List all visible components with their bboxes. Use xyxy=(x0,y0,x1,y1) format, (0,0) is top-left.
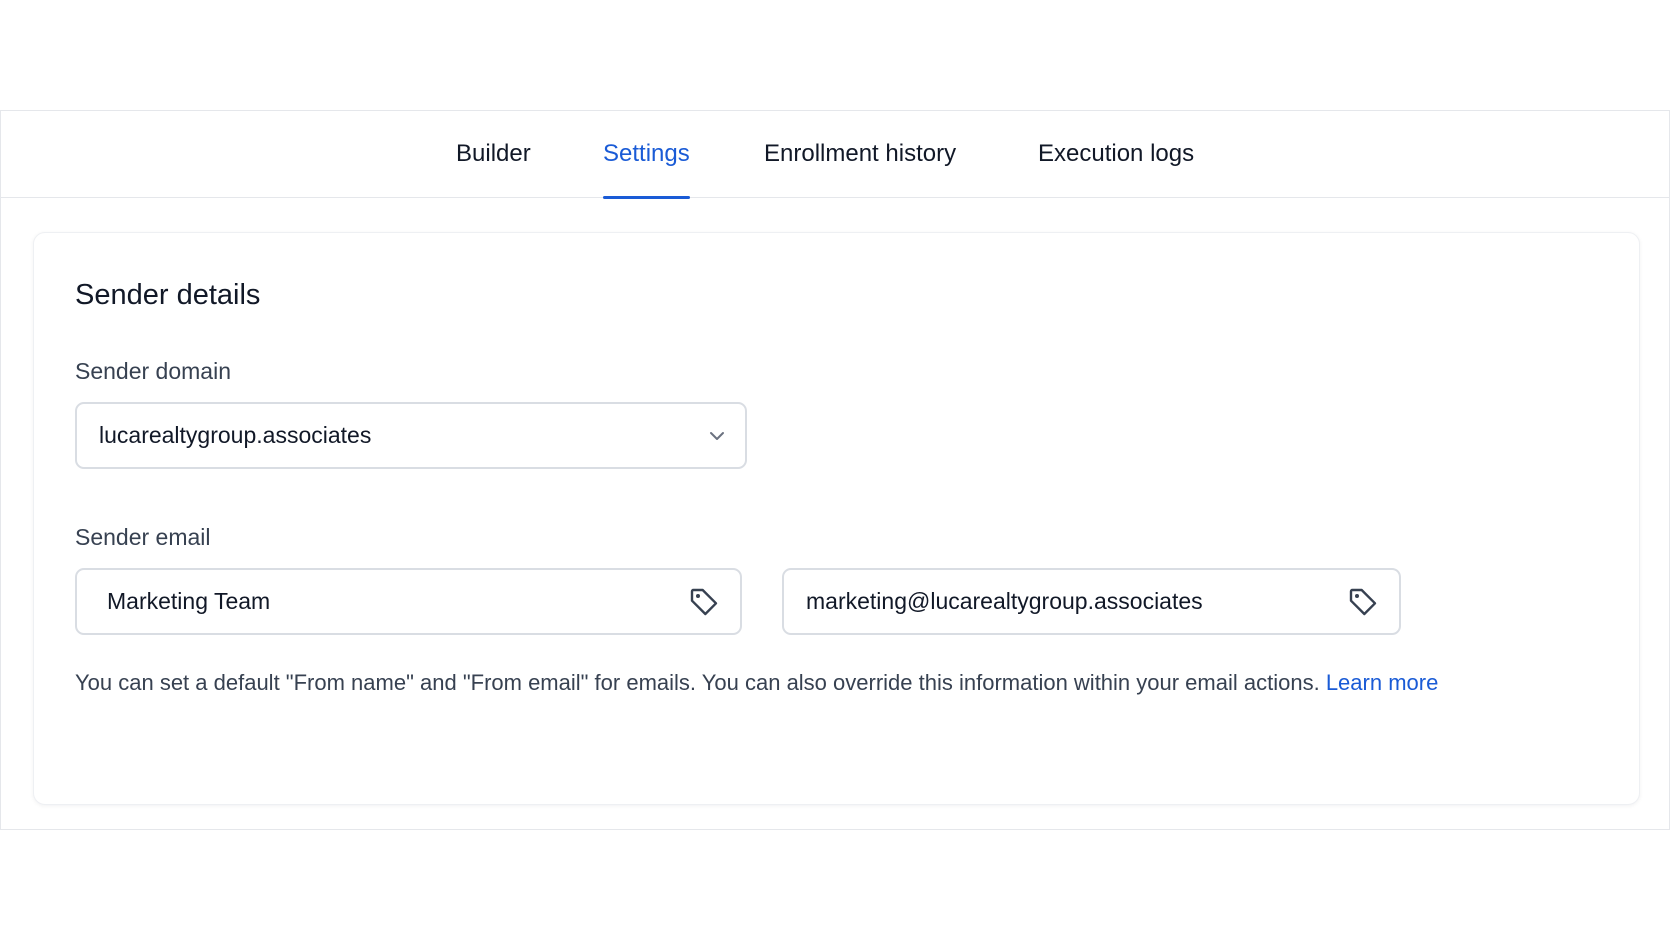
tab-settings[interactable]: Settings xyxy=(603,111,690,199)
sender-details-card: Sender details Sender domain lucarealtyg… xyxy=(33,232,1640,805)
tag-icon[interactable] xyxy=(688,586,720,618)
app-frame: Builder Settings Enrollment history Exec… xyxy=(0,110,1670,830)
from-name-value: Marketing Team xyxy=(107,588,271,614)
from-email-value: marketing@lucarealtygroup.associates xyxy=(806,588,1203,614)
from-email-input[interactable]: marketing@lucarealtygroup.associates xyxy=(782,568,1401,635)
tab-enrollment-history[interactable]: Enrollment history xyxy=(764,111,956,198)
helper-text-body: You can set a default "From name" and "F… xyxy=(75,670,1320,695)
sender-domain-label: Sender domain xyxy=(75,358,231,384)
tab-bar: Builder Settings Enrollment history Exec… xyxy=(1,111,1669,199)
sender-domain-select[interactable]: lucarealtygroup.associates xyxy=(75,402,747,469)
from-name-input[interactable]: Marketing Team xyxy=(75,568,742,635)
sender-domain-value: lucarealtygroup.associates xyxy=(99,422,372,448)
tab-builder[interactable]: Builder xyxy=(456,111,531,198)
tag-icon[interactable] xyxy=(1347,586,1379,618)
learn-more-link[interactable]: Learn more xyxy=(1326,670,1439,695)
tab-execution-logs[interactable]: Execution logs xyxy=(1038,111,1194,198)
chevron-down-icon xyxy=(707,426,727,446)
section-title: Sender details xyxy=(75,279,261,311)
sender-email-label: Sender email xyxy=(75,524,211,550)
helper-text: You can set a default "From name" and "F… xyxy=(75,670,1438,696)
